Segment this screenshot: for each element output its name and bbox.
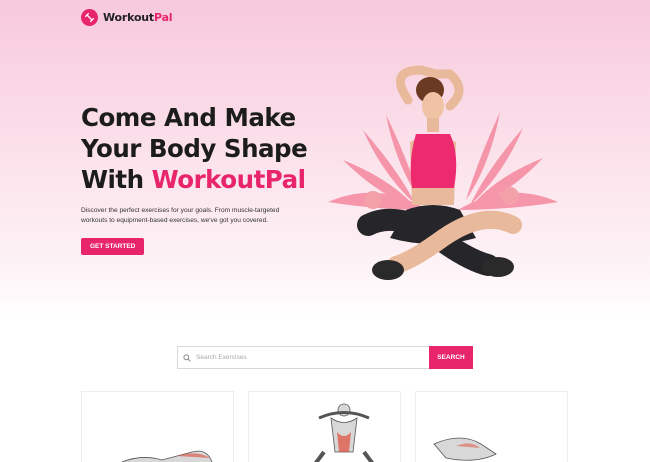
exercise-card[interactable] [81, 391, 234, 462]
exercise-illustration-crunch [314, 403, 374, 462]
hero-title-accent: WorkoutPal [151, 165, 306, 194]
hero-image [318, 60, 568, 295]
search-input[interactable] [196, 354, 396, 361]
hero-text: Come And Make Your Body Shape With Worko… [81, 102, 341, 255]
exercise-illustration-lying-legs [121, 450, 213, 462]
hero-title-line1: Come And Make [81, 103, 296, 132]
search-icon [183, 349, 191, 367]
hero-title-line3-prefix: With [81, 165, 152, 194]
exercise-illustration-leg-raise [433, 437, 497, 461]
dumbbell-icon[interactable] [81, 9, 98, 26]
exercise-search: SEARCH [177, 346, 473, 369]
brand-name-accent: Pal [154, 11, 173, 24]
search-box[interactable] [177, 346, 429, 369]
hero-title-line2: Your Body Shape [81, 134, 308, 163]
hero-title: Come And Make Your Body Shape With Worko… [81, 102, 341, 195]
get-started-button[interactable]: GET STARTED [81, 238, 145, 255]
hero-description: Discover the perfect exercises for your … [81, 207, 280, 224]
exercise-card[interactable] [415, 391, 568, 462]
navbar: WorkoutPal [81, 9, 173, 26]
brand-logo-text[interactable]: WorkoutPal [103, 11, 173, 24]
brand-name-main: Workout [103, 11, 154, 24]
exercise-card[interactable] [248, 391, 401, 462]
search-button[interactable]: SEARCH [429, 346, 473, 369]
